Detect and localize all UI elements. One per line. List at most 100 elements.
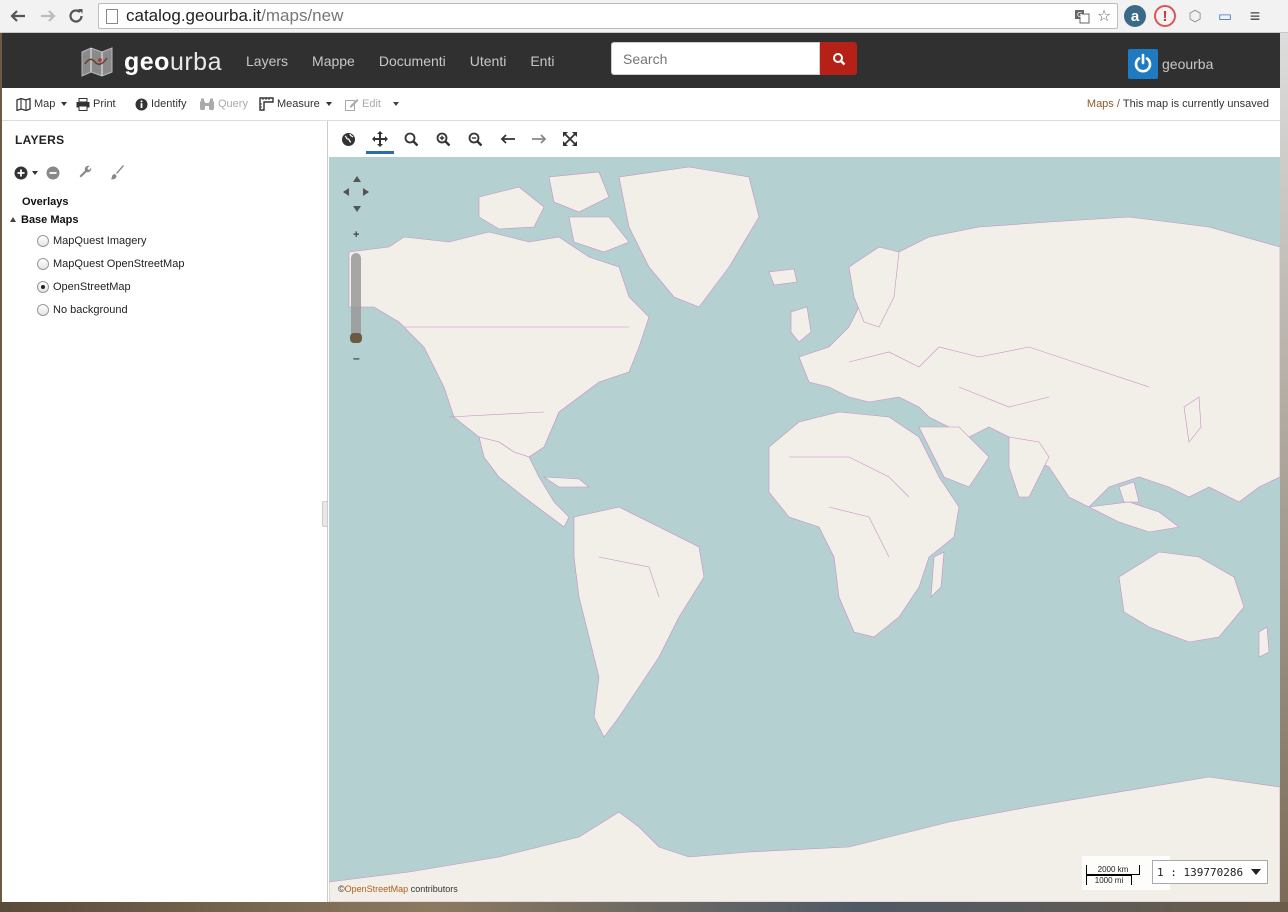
overlays-folder[interactable]: Overlays [22, 193, 184, 211]
map-logo-icon [81, 47, 113, 77]
extension-3-icon[interactable]: ⬡ [1184, 5, 1206, 27]
translate-icon[interactable]: G [1073, 7, 1091, 25]
breadcrumb-maps-link[interactable]: Maps [1087, 98, 1114, 110]
address-bar[interactable]: catalog.geourba.it/maps/new G ☆ [98, 3, 1118, 29]
move-arrows-icon [372, 131, 388, 147]
scale-selector[interactable]: 1 : 139770286 [1152, 860, 1268, 884]
zoom-to-max-extent-button[interactable] [336, 127, 360, 151]
pan-left-arrow-icon[interactable] [343, 185, 349, 199]
world-basemap [329, 166, 1280, 902]
next-extent-button[interactable] [527, 127, 551, 151]
back-button[interactable] [6, 4, 30, 28]
basemap-mapquest-imagery[interactable]: MapQuest Imagery [37, 229, 184, 252]
power-icon [1134, 53, 1152, 73]
arrow-right-icon [41, 10, 56, 22]
extension-2-icon[interactable]: ! [1154, 5, 1176, 27]
layers-panel: LAYERS Overlays Base Maps MapQuest Image… [2, 121, 328, 902]
layer-tree: Overlays Base Maps MapQuest Imagery MapQ… [10, 193, 184, 321]
main-nav: Layers Mappe Documenti Utenti Enti [234, 33, 566, 88]
app-window: geourba Layers Mappe Documenti Utenti En… [2, 33, 1280, 902]
zoom-in-icon [436, 132, 450, 146]
layer-tools [14, 165, 142, 180]
site-logo[interactable]: geourba [80, 46, 222, 78]
edit-menu-button[interactable]: Edit [345, 88, 399, 120]
zoom-in-button[interactable] [431, 127, 455, 151]
radio-button[interactable] [37, 257, 49, 270]
nav-utenti[interactable]: Utenti [470, 53, 507, 69]
wrench-icon [79, 165, 92, 178]
bookmark-star-icon[interactable]: ☆ [1095, 7, 1113, 25]
radio-button-selected[interactable] [37, 280, 49, 293]
extension-4-icon[interactable]: ▭ [1214, 5, 1236, 27]
map-icon [16, 97, 31, 111]
scale-dropdown-button[interactable] [1245, 861, 1267, 883]
user-name: geourba [1162, 56, 1214, 72]
add-layer-button[interactable] [14, 166, 46, 180]
zoom-out-button[interactable] [463, 127, 487, 151]
basemap-mapquest-osm[interactable]: MapQuest OpenStreetMap [37, 252, 184, 275]
browser-chrome: catalog.geourba.it/maps/new G ☆ a ! ⬡ ▭ … [0, 0, 1288, 33]
url-path: /maps/new [261, 6, 344, 25]
zoom-plus-icon[interactable]: + [353, 229, 359, 241]
user-menu[interactable]: geourba [1128, 49, 1213, 79]
arrow-right-icon [532, 134, 547, 144]
layers-panel-title: LAYERS [15, 133, 65, 147]
expand-triangle-icon[interactable] [10, 217, 16, 222]
nav-enti[interactable]: Enti [530, 53, 554, 69]
minus-circle-icon [46, 166, 60, 179]
measure-menu-button[interactable]: Measure [259, 88, 332, 120]
reload-icon [69, 9, 83, 23]
reload-button[interactable] [64, 4, 88, 28]
identify-button[interactable]: Identify [135, 88, 186, 120]
forward-button[interactable] [36, 4, 60, 28]
panel-collapse-handle[interactable] [322, 501, 328, 527]
scale-value: 1 : 139770286 [1157, 865, 1244, 879]
basemap-openstreetmap[interactable]: OpenStreetMap [37, 275, 184, 298]
ruler-icon [259, 97, 274, 111]
pan-right-arrow-icon[interactable] [363, 185, 369, 199]
print-button[interactable]: Print [76, 88, 116, 120]
map-menu-button[interactable]: Map [16, 88, 68, 120]
chrome-menu-icon[interactable]: ≡ [1244, 5, 1266, 27]
site-header: geourba Layers Mappe Documenti Utenti En… [2, 33, 1280, 88]
nav-mappe[interactable]: Mappe [312, 53, 355, 69]
chevron-down-icon [1251, 869, 1261, 875]
pan-tool-button[interactable] [366, 127, 394, 154]
arrow-left-icon [10, 10, 25, 22]
search-input[interactable] [611, 42, 820, 75]
nav-layers[interactable]: Layers [246, 53, 288, 69]
pan-up-arrow-icon[interactable] [353, 171, 361, 185]
arrow-left-icon [500, 134, 515, 144]
zoom-slider-track[interactable] [351, 253, 361, 343]
url-host: catalog.geourba.it [126, 6, 262, 25]
breadcrumb-separator: / [1116, 98, 1120, 110]
page-icon [106, 8, 118, 24]
remove-layer-button[interactable] [46, 166, 78, 180]
osm-link[interactable]: OpenStreetMap [345, 884, 409, 894]
basemap-no-background[interactable]: No background [37, 298, 184, 321]
layer-properties-button[interactable] [78, 165, 110, 180]
extension-1-icon[interactable]: a [1124, 5, 1146, 27]
basemaps-folder[interactable]: Base Maps [10, 211, 184, 229]
radio-button[interactable] [37, 234, 49, 247]
fullscreen-button[interactable] [558, 127, 582, 151]
previous-extent-button[interactable] [496, 127, 520, 151]
breadcrumb: Maps / This map is currently unsaved [1087, 88, 1269, 120]
search-button[interactable] [820, 42, 857, 75]
query-button[interactable]: Query [199, 88, 248, 120]
desktop-background-right [1280, 33, 1288, 912]
zoom-box-button[interactable] [399, 127, 423, 151]
logo-text: geourba [124, 47, 222, 76]
pan-down-arrow-icon[interactable] [353, 201, 361, 215]
map-attribution: ©OpenStreetMap contributors [338, 884, 458, 894]
radio-button[interactable] [37, 303, 49, 316]
layer-style-button[interactable] [110, 165, 142, 180]
zoom-slider-handle[interactable] [350, 333, 362, 343]
map-toolbar: Map Print Identify Query Measure Edit Ma… [2, 88, 1280, 121]
edit-icon [345, 98, 359, 111]
zoom-minus-icon[interactable]: – [353, 351, 360, 365]
map-canvas[interactable]: + – ©OpenStreetMap contributors 2000 km … [329, 157, 1280, 902]
scale-mi: 1000 mi [1086, 875, 1132, 885]
binoculars-icon [200, 98, 214, 110]
nav-documenti[interactable]: Documenti [379, 53, 446, 69]
